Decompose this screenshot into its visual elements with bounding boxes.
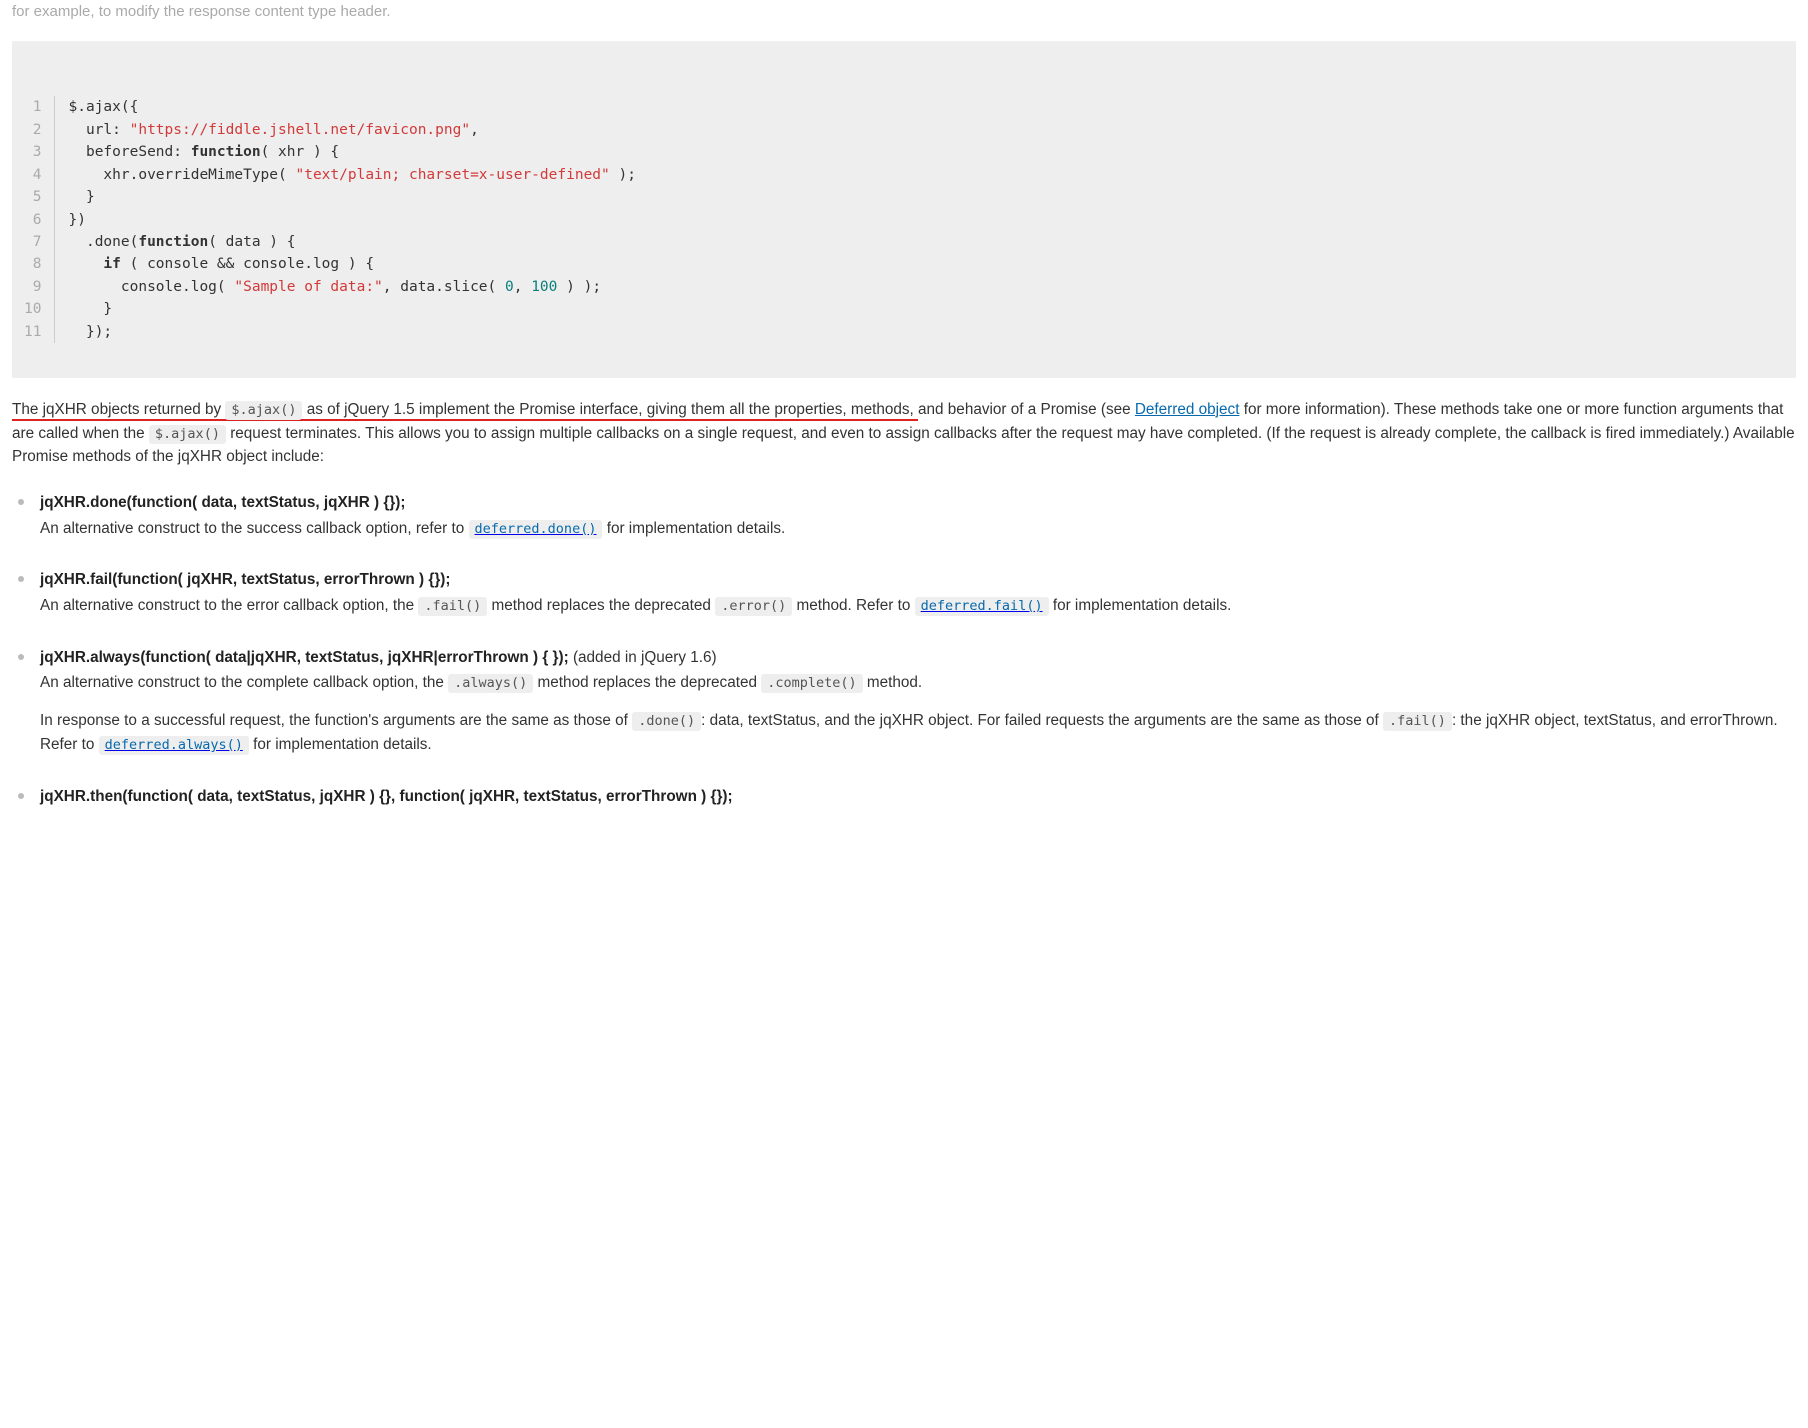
para-text: request terminates. This allows you to a…	[12, 425, 1795, 466]
inline-code: .error()	[715, 597, 792, 616]
method-done: jqXHR.done(function( data, textStatus, j…	[40, 491, 1796, 540]
code-line: console.log( "Sample of data:", data.sli…	[54, 276, 636, 298]
method-desc: An alternative construct to the success …	[40, 517, 1796, 541]
line-number: 4	[24, 164, 54, 186]
code-line: url: "https://fiddle.jshell.net/favicon.…	[54, 119, 636, 141]
inline-code: .fail()	[1383, 712, 1452, 731]
method-desc: An alternative construct to the complete…	[40, 671, 1796, 695]
desc-text: method replaces the deprecated	[487, 597, 715, 614]
para-text: and behavior of a Promise (see	[918, 401, 1135, 418]
desc-text: : data, textStatus, and the jqXHR object…	[701, 712, 1383, 729]
deferred-done-link[interactable]: deferred.done()	[469, 520, 603, 537]
line-number: 9	[24, 276, 54, 298]
code-line: })	[54, 209, 636, 231]
method-signature: jqXHR.done(function( data, textStatus, j…	[40, 491, 1796, 515]
desc-text: for implementation details.	[249, 736, 432, 753]
inline-code: deferred.always()	[99, 736, 249, 755]
line-number: 8	[24, 253, 54, 275]
line-number: 3	[24, 141, 54, 163]
code-line: if ( console && console.log ) {	[54, 253, 636, 275]
desc-text: for implementation details.	[1049, 597, 1232, 614]
methods-list: jqXHR.done(function( data, textStatus, j…	[12, 491, 1796, 808]
line-number: 11	[24, 321, 54, 343]
code-sample: 1$.ajax({2 url: "https://fiddle.jshell.n…	[12, 41, 1796, 378]
desc-text: An alternative construct to the complete…	[40, 674, 448, 691]
code-line: $.ajax({	[54, 96, 636, 118]
method-fail: jqXHR.fail(function( jqXHR, textStatus, …	[40, 568, 1796, 617]
para-text: as of jQuery 1.5 implement the Promise i…	[302, 401, 913, 418]
version-note: (added in jQuery 1.6)	[569, 649, 717, 666]
method-desc-2: In response to a successful request, the…	[40, 709, 1796, 756]
code-line: beforeSend: function( xhr ) {	[54, 141, 636, 163]
code-line: .done(function( data ) {	[54, 231, 636, 253]
inline-code: deferred.done()	[469, 520, 603, 539]
highlighted-line: The jqXHR objects returned by $.ajax() a…	[12, 401, 918, 421]
line-number: 5	[24, 186, 54, 208]
line-number: 1	[24, 96, 54, 118]
method-signature: jqXHR.always(function( data|jqXHR, textS…	[40, 649, 569, 666]
inline-code: deferred.fail()	[915, 597, 1049, 616]
desc-text: method replaces the deprecated	[533, 674, 761, 691]
inline-code: .always()	[448, 674, 533, 693]
method-always: jqXHR.always(function( data|jqXHR, textS…	[40, 646, 1796, 757]
code-line: }	[54, 298, 636, 320]
para-text: The jqXHR objects returned by	[12, 401, 225, 418]
line-number: 6	[24, 209, 54, 231]
line-number: 7	[24, 231, 54, 253]
method-desc: An alternative construct to the error ca…	[40, 594, 1796, 618]
inline-code-ajax: $.ajax()	[225, 401, 302, 420]
intro-cut-text: for example, to modify the response cont…	[12, 0, 1796, 33]
deferred-fail-link[interactable]: deferred.fail()	[915, 597, 1049, 614]
method-signature: jqXHR.fail(function( jqXHR, textStatus, …	[40, 568, 1796, 592]
desc-text: In response to a successful request, the…	[40, 712, 632, 729]
inline-code: .fail()	[418, 597, 487, 616]
line-number: 10	[24, 298, 54, 320]
main-paragraph: The jqXHR objects returned by $.ajax() a…	[12, 398, 1796, 469]
method-then: jqXHR.then(function( data, textStatus, j…	[40, 785, 1796, 809]
method-signature: jqXHR.then(function( data, textStatus, j…	[40, 785, 1796, 809]
desc-text: method.	[863, 674, 923, 691]
code-line: });	[54, 321, 636, 343]
code-line: xhr.overrideMimeType( "text/plain; chars…	[54, 164, 636, 186]
desc-text: An alternative construct to the success …	[40, 520, 469, 537]
desc-text: for implementation details.	[602, 520, 785, 537]
code-table: 1$.ajax({2 url: "https://fiddle.jshell.n…	[24, 96, 636, 343]
inline-code-ajax: $.ajax()	[149, 425, 226, 444]
code-line: }	[54, 186, 636, 208]
line-number: 2	[24, 119, 54, 141]
deferred-object-link[interactable]: Deferred object	[1135, 401, 1240, 418]
inline-code: .done()	[632, 712, 701, 731]
desc-text: An alternative construct to the error ca…	[40, 597, 418, 614]
deferred-always-link[interactable]: deferred.always()	[99, 736, 249, 753]
inline-code: .complete()	[761, 674, 862, 693]
method-signature-row: jqXHR.always(function( data|jqXHR, textS…	[40, 646, 1796, 670]
desc-text: method. Refer to	[792, 597, 914, 614]
